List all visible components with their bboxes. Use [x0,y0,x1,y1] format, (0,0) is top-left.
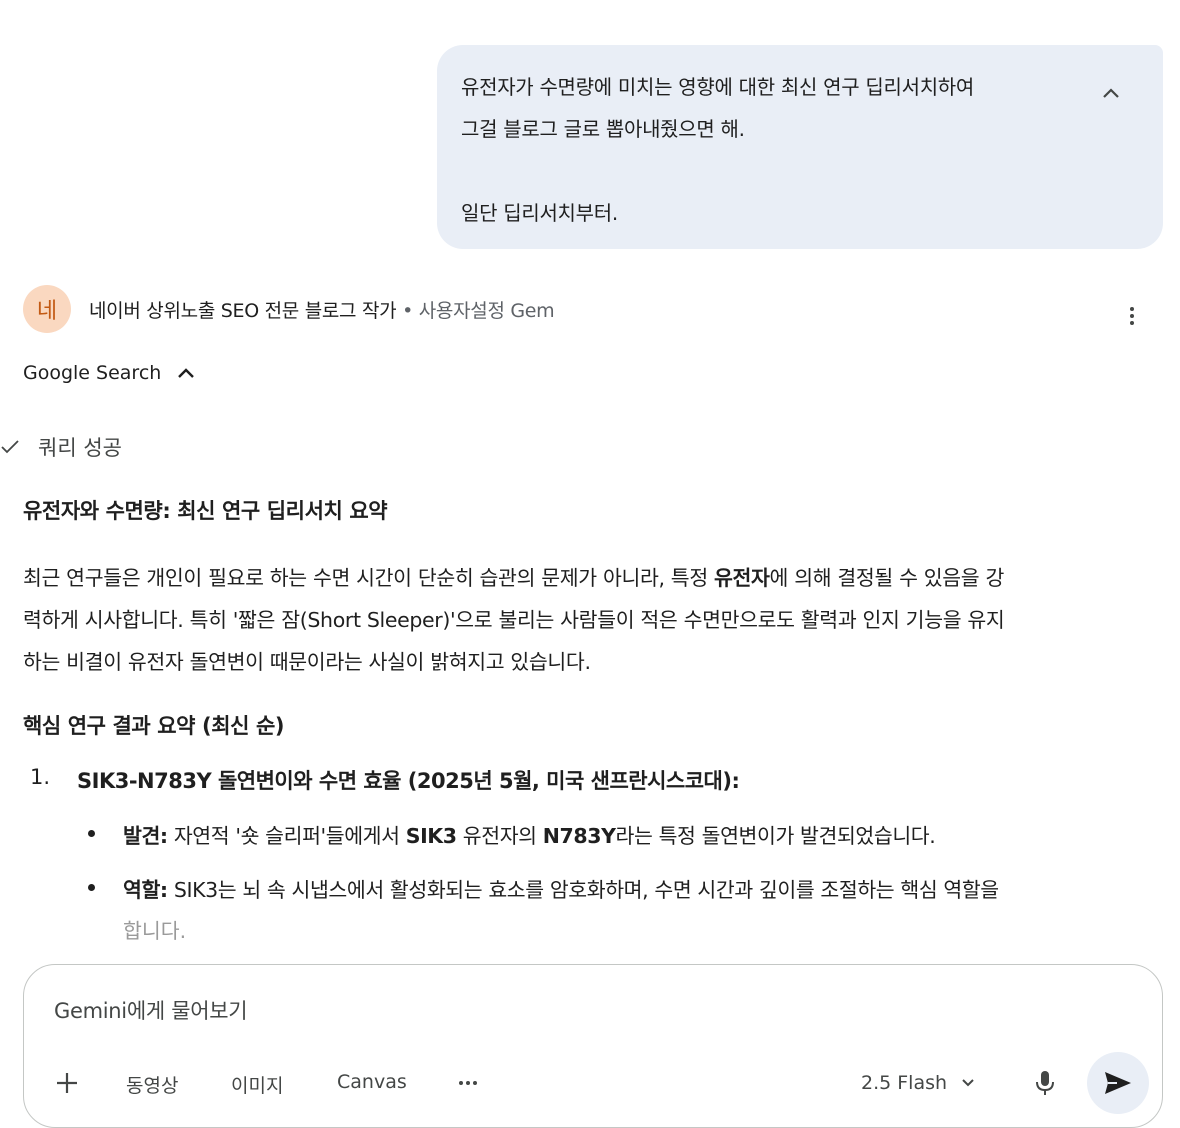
bullet-text: 유전자의 [456,824,543,848]
more-tools-button[interactable] [459,1081,477,1085]
gem-avatar: 네 [23,285,71,333]
chevron-down-icon [962,1079,974,1087]
query-status-text: 쿼리 성공 [38,436,122,460]
bullet-dot [88,884,95,891]
more-horiz-icon-dot [473,1081,477,1085]
bullet-text: SIK3는 뇌 속 시냅스에서 활성화되는 효소를 암호화하며, 수면 시간과 … [167,878,999,902]
chevron-up-icon [1103,88,1119,98]
collapse-message-button[interactable] [1097,79,1125,107]
send-icon [1105,1072,1131,1094]
bullet-dot [88,830,95,837]
prompt-composer[interactable]: Gemini에게 물어보기 동영상 이미지 Canvas 2.5 Flash [23,964,1163,1128]
user-message-bubble: 유전자가 수면량에 미치는 영향에 대한 최신 연구 딥리서치하여 그걸 블로그… [437,45,1163,249]
gem-separator: • [396,300,419,322]
paragraph-line: 하는 비결이 유전자 돌연변이 때문이라는 사실이 밝혀지고 있습니다. [23,650,591,674]
user-message-line: 일단 딥리서치부터. [461,201,618,225]
model-label: 2.5 Flash [861,1072,948,1094]
response-heading: 유전자와 수면량: 최신 연구 딥리서치 요약 [23,499,388,523]
response-paragraph: 최근 연구들은 개인이 필요로 하는 수면 시간이 단순히 습관의 문제가 아니… [23,557,1163,683]
prompt-input[interactable]: Gemini에게 물어보기 [54,995,248,1025]
add-attachment-button[interactable] [53,1069,81,1097]
bullet-text: 자연적 '숏 슬리퍼'들에게서 [167,824,406,848]
paragraph-bold: 유전자 [714,566,770,590]
more-horiz-icon-dot [466,1081,470,1085]
more-options-button[interactable] [1120,302,1144,330]
gem-title: 네이버 상위노출 SEO 전문 블로그 작가 • 사용자설정 Gem [89,296,555,323]
bullet-label: 발견: [123,824,168,848]
list-item-title: SIK3-N783Y 돌연변이와 수면 효율 (2025년 5월, 미국 샌프란… [77,769,740,793]
response-subheading: 핵심 연구 결과 요약 (최신 순) [23,714,285,738]
send-button[interactable] [1087,1052,1149,1114]
bullet-text: 라는 특정 돌연변이가 발견되었습니다. [615,824,936,848]
chevron-up-icon [178,368,195,378]
user-message-line: 유전자가 수면량에 미치는 영향에 대한 최신 연구 딥리서치하여 [461,75,975,99]
check-icon [1,440,19,454]
kebab-icon [1130,307,1134,311]
kebab-icon-dot [1130,321,1134,325]
canvas-tool-button[interactable]: Canvas [337,1071,407,1093]
video-tool-button[interactable]: 동영상 [126,1071,178,1098]
bullet-bold: N783Y [542,824,616,848]
gem-name: 네이버 상위노출 SEO 전문 블로그 작가 [89,300,397,322]
google-search-label: Google Search [23,362,162,384]
user-message-line: 그걸 블로그 글로 뽑아내줬으면 해. [461,117,745,141]
more-horiz-icon [459,1081,463,1085]
paragraph-text: 최근 연구들은 개인이 필요로 하는 수면 시간이 단순히 습관의 문제가 아니… [23,566,714,590]
paragraph-line: 력하게 시사합니다. 특히 '짧은 잠(Short Sleeper)'으로 불리… [23,608,1005,632]
microphone-button[interactable] [1032,1069,1058,1097]
paragraph-text: 에 의해 결정될 수 있음을 강 [769,566,1005,590]
query-status: 쿼리 성공 [0,432,122,462]
list-item: 발견: 자연적 '숏 슬리퍼'들에게서 SIK3 유전자의 N783Y라는 특정… [123,819,936,849]
kebab-icon-dot [1130,314,1134,318]
bullet-bold: SIK3 [405,824,457,848]
list-item-continuation: 합니다. [123,919,187,943]
gem-type: 사용자설정 Gem [418,300,555,322]
list-item: 역할: SIK3는 뇌 속 시냅스에서 활성화되는 효소를 암호화하며, 수면 … [123,873,999,903]
plus-icon [57,1073,77,1093]
google-search-toggle[interactable]: Google Search [23,362,195,384]
model-selector[interactable]: 2.5 Flash [861,1072,975,1094]
mic-icon [1036,1071,1054,1095]
paragraph-line: 최근 연구들은 개인이 필요로 하는 수면 시간이 단순히 습관의 문제가 아니… [23,557,1163,599]
image-tool-button[interactable]: 이미지 [231,1071,283,1098]
bullet-label: 역할: [123,878,168,902]
list-item-number: 1. [30,765,51,789]
